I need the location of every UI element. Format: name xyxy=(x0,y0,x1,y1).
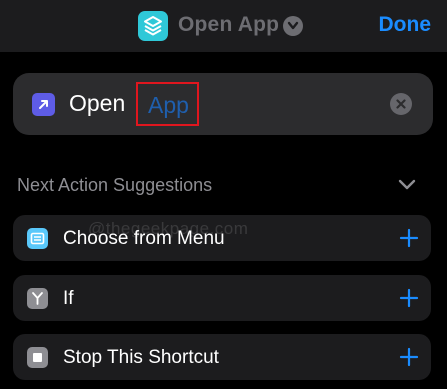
add-icon[interactable] xyxy=(399,347,419,372)
done-button[interactable]: Done xyxy=(379,13,432,37)
suggestion-stop-this-shortcut[interactable]: Stop This Shortcut xyxy=(13,334,431,380)
open-app-action-card[interactable]: Open App xyxy=(13,73,433,135)
action-verb: Open xyxy=(69,90,126,116)
close-icon[interactable] xyxy=(390,93,412,115)
open-app-icon xyxy=(32,93,55,116)
shortcut-title[interactable]: Open App xyxy=(178,13,279,37)
add-icon[interactable] xyxy=(399,288,419,313)
app-parameter[interactable]: App xyxy=(148,92,189,119)
chevron-down-icon[interactable] xyxy=(283,16,303,36)
menu-icon xyxy=(27,228,48,249)
suggestion-label: If xyxy=(63,288,74,309)
add-icon[interactable] xyxy=(399,228,419,253)
branch-icon xyxy=(27,288,48,309)
navigation-bar: Open App Done xyxy=(0,0,447,52)
shortcuts-app-icon xyxy=(138,11,168,41)
suggestion-label: Stop This Shortcut xyxy=(63,347,219,368)
suggestions-heading: Next Action Suggestions xyxy=(17,175,213,195)
suggestion-if[interactable]: If xyxy=(13,275,431,321)
chevron-down-icon[interactable] xyxy=(397,178,417,197)
app-parameter-highlight[interactable]: App xyxy=(136,82,199,126)
stop-icon xyxy=(27,347,48,368)
watermark: @thegeekpage.com xyxy=(88,219,249,238)
